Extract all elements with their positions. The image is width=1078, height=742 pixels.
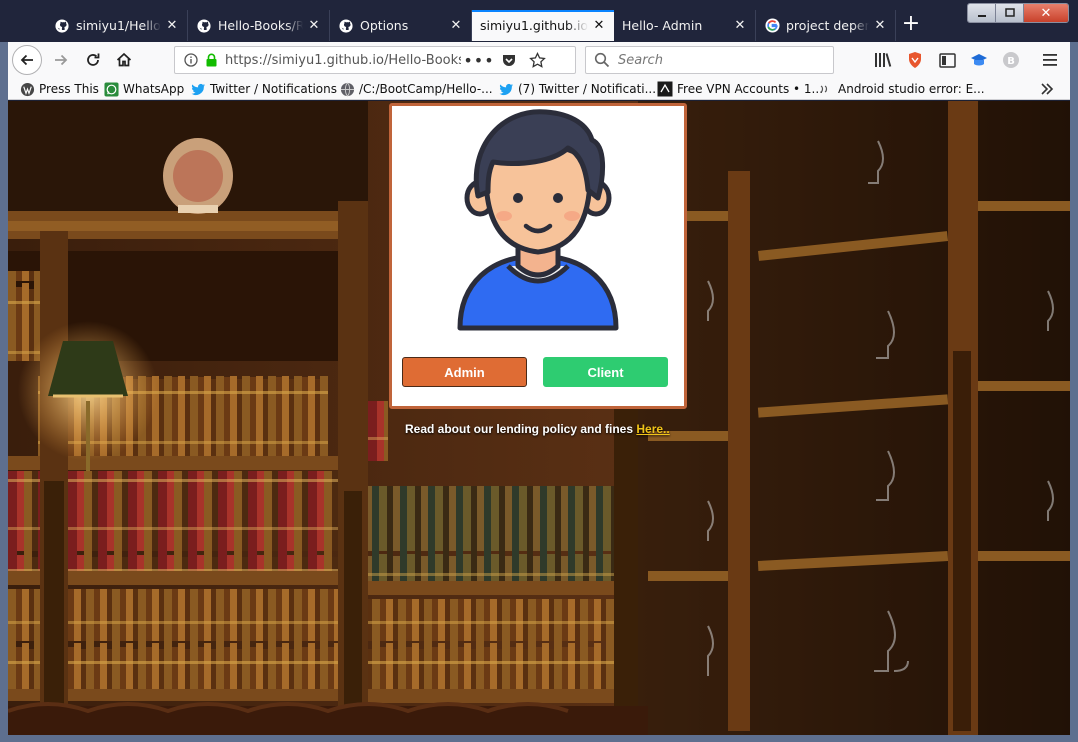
back-arrow-icon: [20, 54, 33, 66]
lending-policy-text: Read about our lending policy and fines: [405, 422, 637, 436]
bookmark-label: (7) Twitter / Notificati...: [518, 82, 657, 96]
tab-title: Hello-Books/RE: [218, 18, 303, 33]
bookmark-twitter-notifications[interactable]: Twitter / Notifications: [190, 80, 337, 98]
navigation-toolbar: https://simiyu1.github.io/Hello-Books/a …: [0, 42, 1078, 78]
bookmark-label: Free VPN Accounts • 1...: [677, 82, 824, 96]
maximize-button[interactable]: [996, 4, 1024, 22]
tab-strip: simiyu1/Hello-Books ✕ Hello-Books/RE ✕ O…: [0, 0, 1078, 42]
whatsapp-icon: [103, 81, 119, 97]
twitter-icon: [498, 81, 514, 97]
tab-github-readme[interactable]: Hello-Books/RE ✕: [188, 10, 330, 41]
bookmark-label: Android studio error: E...: [838, 82, 985, 96]
bookmarks-overflow-button[interactable]: [1040, 80, 1054, 98]
tab-title: simiyu1.github.io/Hello: [480, 18, 588, 33]
reload-button[interactable]: [79, 46, 107, 74]
github-icon: [196, 18, 212, 34]
bookmark-bootcamp-hello[interactable]: /C:/BootCamp/Hello-...: [339, 80, 493, 98]
tab-title: Options: [360, 18, 409, 33]
lending-policy-link[interactable]: Here..: [636, 422, 669, 436]
reload-icon: [87, 53, 100, 66]
home-button[interactable]: [110, 46, 138, 74]
minimize-button[interactable]: [968, 4, 996, 22]
search-placeholder: Search: [618, 52, 663, 68]
bookmark-free-vpn[interactable]: Free VPN Accounts • 1...: [657, 80, 823, 98]
address-bar[interactable]: https://simiyu1.github.io/Hello-Books/a …: [174, 46, 576, 74]
tab-simiyu1-github-io[interactable]: simiyu1.github.io/Hello ✕: [472, 10, 614, 41]
close-icon[interactable]: ✕: [733, 18, 747, 33]
bookmark-press-this[interactable]: Press This: [19, 80, 99, 98]
page-icon: [818, 81, 834, 97]
bookmark-android-studio-error[interactable]: Android studio error: E...: [818, 80, 985, 98]
page-actions-icon[interactable]: •••: [463, 50, 493, 70]
svg-text:B: B: [1007, 56, 1015, 67]
graduation-cap-icon[interactable]: [967, 48, 991, 72]
chevron-double-right-icon: [1041, 83, 1054, 95]
tab-options[interactable]: Options ✕: [330, 10, 472, 41]
bookmark-whatsapp[interactable]: WhatsApp: [103, 80, 184, 98]
pocket-icon[interactable]: [499, 50, 519, 70]
home-icon: [116, 52, 132, 67]
tab-project-dependencies[interactable]: project dependen ✕: [756, 10, 896, 41]
client-button[interactable]: Client: [543, 357, 668, 387]
library-icon[interactable]: [871, 48, 895, 72]
wordpress-icon: [19, 81, 35, 97]
profile-b-icon[interactable]: B: [999, 48, 1023, 72]
close-icon[interactable]: ✕: [449, 18, 463, 33]
role-selection-card: Admin Client: [389, 103, 687, 409]
tab-title: simiyu1/Hello-Books: [76, 18, 161, 33]
tab-title: project dependen: [786, 18, 869, 33]
forward-button[interactable]: [47, 46, 75, 74]
window-controls: ✕: [967, 3, 1069, 23]
twitter-icon: [190, 81, 206, 97]
sidebar-icon[interactable]: [935, 48, 959, 72]
window-frame-bottom: [0, 735, 1078, 742]
google-icon: [764, 18, 780, 34]
tab-github-hello-books[interactable]: simiyu1/Hello-Books ✕: [46, 10, 188, 41]
admin-button[interactable]: Admin: [402, 357, 527, 387]
close-window-button[interactable]: ✕: [1024, 4, 1068, 22]
bookmark-label: WhatsApp: [123, 82, 185, 96]
globe-icon: [339, 81, 355, 97]
star-icon[interactable]: [527, 50, 547, 70]
tab-hello-admin[interactable]: Hello- Admin ✕: [614, 10, 756, 41]
close-icon[interactable]: ✕: [165, 18, 179, 33]
bookmarks-toolbar: Press This WhatsApp Twitter / Notificati…: [0, 78, 1078, 100]
bookmark-label: Press This: [39, 82, 99, 96]
close-icon[interactable]: ✕: [592, 18, 606, 33]
spark-icon: [657, 81, 673, 97]
github-icon: [338, 18, 354, 34]
forward-arrow-icon: [55, 54, 68, 66]
close-icon[interactable]: ✕: [307, 18, 321, 33]
search-icon: [594, 52, 610, 68]
bookmark-label: /C:/BootCamp/Hello-...: [359, 82, 493, 96]
lending-policy-notice: Read about our lending policy and fines …: [405, 422, 705, 436]
info-icon[interactable]: [181, 50, 201, 70]
search-bar[interactable]: Search: [585, 46, 834, 74]
new-tab-button[interactable]: +: [900, 12, 922, 38]
lock-icon[interactable]: [201, 50, 221, 70]
window-frame-left: [0, 42, 8, 742]
bookmark-twitter-notifications-7[interactable]: (7) Twitter / Notificati...: [498, 80, 656, 98]
window-frame-right: [1070, 42, 1078, 742]
hamburger-menu-icon[interactable]: [1038, 48, 1062, 72]
url-text: https://simiyu1.github.io/Hello-Books/a: [225, 52, 461, 68]
bookmark-label: Twitter / Notifications: [210, 82, 337, 96]
brave-shield-icon[interactable]: [903, 48, 927, 72]
github-icon: [54, 18, 70, 34]
back-button[interactable]: [12, 45, 42, 75]
user-avatar-icon: [457, 109, 619, 331]
close-icon[interactable]: ✕: [873, 18, 887, 33]
tab-title: Hello- Admin: [622, 18, 703, 33]
